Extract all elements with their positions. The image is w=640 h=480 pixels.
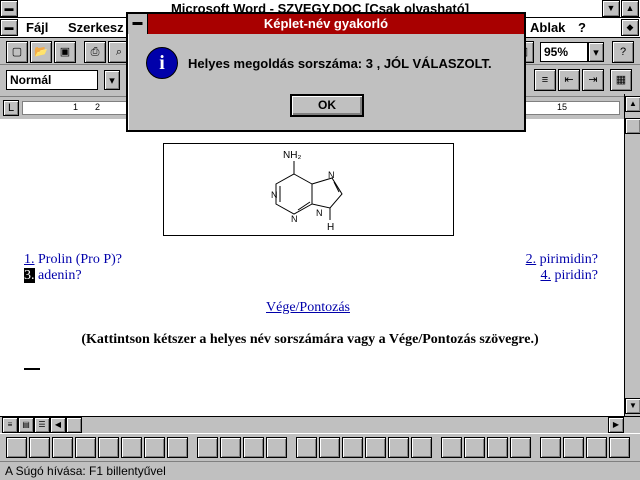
- ruler-mark: 2: [95, 102, 101, 112]
- restore-icon[interactable]: ◆: [621, 19, 639, 36]
- answer-1[interactable]: 1. Prolin (Pro P)?: [24, 252, 122, 268]
- rectangle-tool-icon[interactable]: [29, 437, 50, 458]
- h-label: H: [327, 222, 334, 233]
- zoom-dropdown-icon[interactable]: ▾: [588, 42, 604, 62]
- rotate-icon[interactable]: [487, 437, 508, 458]
- answer-text: pirimidin?: [539, 252, 598, 267]
- style-field[interactable]: Normál: [6, 70, 98, 90]
- ellipse-tool-icon[interactable]: [52, 437, 73, 458]
- increase-indent-icon[interactable]: ⇥: [582, 69, 604, 91]
- scroll-down-icon[interactable]: ▼: [625, 398, 640, 414]
- ungroup-icon[interactable]: [411, 437, 432, 458]
- answer-text: adenin?: [38, 268, 82, 283]
- tab-stop-icon[interactable]: L: [3, 100, 19, 116]
- create-picture-icon[interactable]: [586, 437, 607, 458]
- horizontal-scrollbar[interactable]: ≡ ▤ ☰ ◀ ▶: [0, 416, 640, 433]
- adenine-structure-image: NH₂ H N N N N: [271, 150, 343, 233]
- new-document-icon[interactable]: ▢: [6, 41, 28, 63]
- n-label: N: [316, 208, 323, 218]
- menu-file[interactable]: Fájl: [26, 20, 48, 35]
- answer-number[interactable]: 2.: [526, 252, 537, 267]
- end-scoring-link[interactable]: Vége/Pontozás: [266, 300, 350, 315]
- answer-text: Prolin (Pro P)?: [38, 252, 122, 267]
- borders-icon[interactable]: ▦: [610, 69, 632, 91]
- end-link-row: Vége/Pontozás: [0, 300, 616, 316]
- nh2-label: NH₂: [283, 150, 301, 161]
- group-icon[interactable]: [388, 437, 409, 458]
- send-back-icon[interactable]: [319, 437, 340, 458]
- ruler-mark: 15: [557, 102, 568, 112]
- save-icon[interactable]: ▣: [54, 41, 76, 63]
- menu-help[interactable]: ?: [578, 20, 586, 35]
- numbered-list-icon[interactable]: ≡: [534, 69, 556, 91]
- dialog-system-menu-icon[interactable]: ▬: [128, 14, 148, 34]
- open-folder-icon[interactable]: 📂: [30, 41, 52, 63]
- page-view-icon[interactable]: ▤: [18, 417, 34, 433]
- answer-number[interactable]: 1.: [24, 252, 35, 267]
- n-label: N: [328, 170, 335, 180]
- dialog-message: Helyes megoldás sorszáma: 3 , JÓL VÁLASZ…: [188, 56, 492, 71]
- structure-frame: NH₂ H N N N N: [163, 143, 454, 236]
- scroll-right-icon[interactable]: ▶: [608, 417, 624, 433]
- maximize-icon[interactable]: ▲: [621, 0, 639, 17]
- hscroll-thumb[interactable]: [66, 417, 82, 433]
- format-callout-icon[interactable]: [167, 437, 188, 458]
- select-objects-icon[interactable]: [266, 437, 287, 458]
- status-bar: A Súgó hívása: F1 billentyűvel: [0, 461, 640, 480]
- answer-number-selected[interactable]: 3.: [24, 268, 35, 283]
- textbox-tool-icon[interactable]: [121, 437, 142, 458]
- message-dialog: Képlet-név gyakorló ▬ i Helyes megoldás …: [126, 12, 526, 132]
- flip-horizontal-icon[interactable]: [441, 437, 462, 458]
- callout-tool-icon[interactable]: [144, 437, 165, 458]
- doc-system-menu-icon[interactable]: ▬: [0, 19, 18, 36]
- menu-edit[interactable]: Szerkesz: [68, 20, 124, 35]
- reshape-icon[interactable]: [510, 437, 531, 458]
- outline-view-icon[interactable]: ☰: [34, 417, 50, 433]
- end-of-document-marker: [24, 368, 40, 370]
- bring-front-icon[interactable]: [296, 437, 317, 458]
- n-label: N: [291, 214, 298, 224]
- zoom-field[interactable]: 95%: [540, 42, 588, 62]
- ruler-mark: 1: [73, 102, 79, 112]
- answer-text: piridin?: [554, 268, 598, 283]
- scroll-thumb[interactable]: [625, 118, 640, 134]
- document-area[interactable]: NH₂ H N N N N 1. Prolin (Pro P)? 2. piri…: [0, 119, 624, 416]
- drawing-toolbar: [0, 433, 640, 461]
- line-tool-icon[interactable]: [6, 437, 27, 458]
- freeform-tool-icon[interactable]: [98, 437, 119, 458]
- normal-view-icon[interactable]: ≡: [2, 417, 18, 433]
- dialog-title: Képlet-név gyakorló: [128, 14, 524, 34]
- front-of-text-icon[interactable]: [342, 437, 363, 458]
- arc-tool-icon[interactable]: [75, 437, 96, 458]
- answer-4[interactable]: 4. piridin?: [540, 268, 598, 284]
- vertical-scrollbar[interactable]: ▲ ▼: [624, 94, 640, 416]
- fill-color-icon[interactable]: [197, 437, 218, 458]
- instruction-text: (Kattintson kétszer a helyes név sorszám…: [81, 332, 539, 347]
- ok-button[interactable]: OK: [290, 94, 364, 117]
- minimize-icon[interactable]: ▼: [602, 0, 620, 17]
- style-dropdown-icon[interactable]: ▾: [104, 70, 120, 90]
- line-color-icon[interactable]: [220, 437, 241, 458]
- scroll-left-icon[interactable]: ◀: [50, 417, 66, 433]
- insert-frame-icon[interactable]: [609, 437, 630, 458]
- align-icon[interactable]: [563, 437, 584, 458]
- answer-2[interactable]: 2. pirimidin?: [526, 252, 598, 268]
- menu-window[interactable]: Ablak: [530, 20, 565, 35]
- n-label: N: [271, 190, 278, 200]
- scroll-up-icon[interactable]: ▲: [625, 96, 640, 112]
- answer-number[interactable]: 4.: [540, 268, 551, 283]
- info-icon: i: [146, 47, 178, 79]
- behind-text-icon[interactable]: [365, 437, 386, 458]
- flip-vertical-icon[interactable]: [464, 437, 485, 458]
- snap-grid-icon[interactable]: [540, 437, 561, 458]
- line-style-icon[interactable]: [243, 437, 264, 458]
- print-icon[interactable]: ⎙: [84, 41, 106, 63]
- help-cursor-icon[interactable]: ?: [612, 41, 634, 63]
- decrease-indent-icon[interactable]: ⇤: [558, 69, 580, 91]
- answer-3[interactable]: 3. adenin?: [24, 268, 82, 284]
